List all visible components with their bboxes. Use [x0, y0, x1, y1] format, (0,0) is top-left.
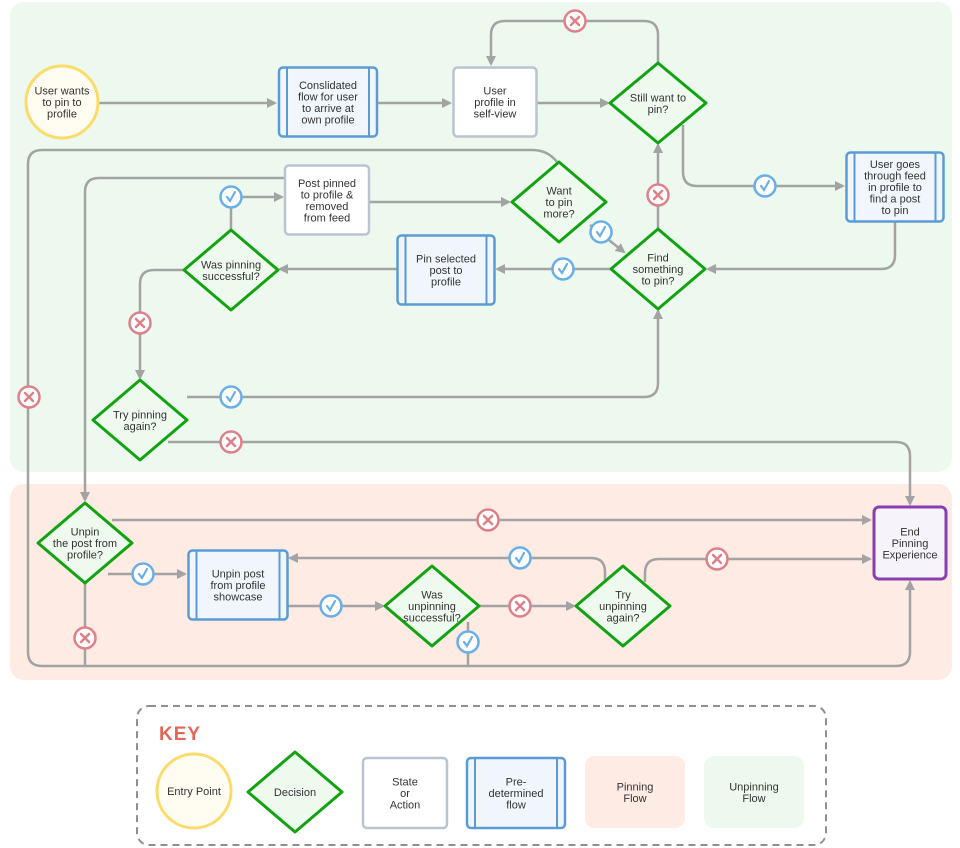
check-badge [589, 220, 613, 244]
node-end: End Pinning Experience [872, 505, 948, 581]
cross-badge [73, 626, 97, 650]
key-legend: KEY Entry Point Decision State or ActionPre-… [136, 705, 827, 846]
check-badge [753, 174, 777, 198]
node-unpin-post: Unpin post from profile showcase [187, 549, 289, 621]
cross-badge [646, 183, 670, 207]
node-goes-feed: User goes through feed in profile to find a… [845, 151, 945, 223]
node-post-pinned: Post pinned to profile & removed from feed [283, 164, 371, 236]
check-badge [551, 257, 575, 281]
node-label: Unpin post from profile showcase [210, 569, 265, 604]
check-badge [219, 185, 243, 209]
key-item-state: State or Action [361, 756, 449, 830]
cross-badge [128, 311, 152, 335]
check-badge [456, 630, 480, 654]
node-label: Entry Point [167, 786, 221, 798]
key-title: KEY [159, 724, 201, 745]
node-entry: User wants to pin to profile [24, 64, 100, 140]
cross-badge [219, 430, 243, 454]
cross-badge [705, 547, 729, 571]
node-label: Was pinning successful? [201, 259, 261, 283]
cross-badge [476, 508, 500, 532]
cross-badge [563, 9, 587, 33]
cross-badge [508, 594, 532, 618]
key-item-pinning: Pinning Flow [585, 756, 685, 828]
pinning-flowchart: User wants to pin to profile Conslidated flo… [10, 2, 952, 846]
node-label: Conslidated flow for user to arrive at own … [298, 80, 358, 127]
node-label: Decision [274, 787, 316, 799]
check-badge [219, 385, 243, 409]
check-badge [508, 546, 532, 570]
node-label: Post pinned to profile & removed from feed [298, 178, 356, 225]
key-item-predetermined: Pre-determined flow [465, 756, 567, 830]
cross-badge [17, 385, 41, 409]
node-label: Want to pin more? [543, 186, 574, 221]
check-badge [131, 562, 155, 586]
node-pin-selected: Pin selected post to profile [396, 234, 496, 306]
node-consolidated: Conslidated flow for user to arrive at own … [277, 66, 379, 138]
key-item-unpinning: Unpinning Flow [704, 756, 804, 828]
key-item-entry: Entry Point [155, 752, 233, 830]
node-self-view: User profile in self-view [452, 66, 538, 138]
check-badge [319, 594, 343, 618]
